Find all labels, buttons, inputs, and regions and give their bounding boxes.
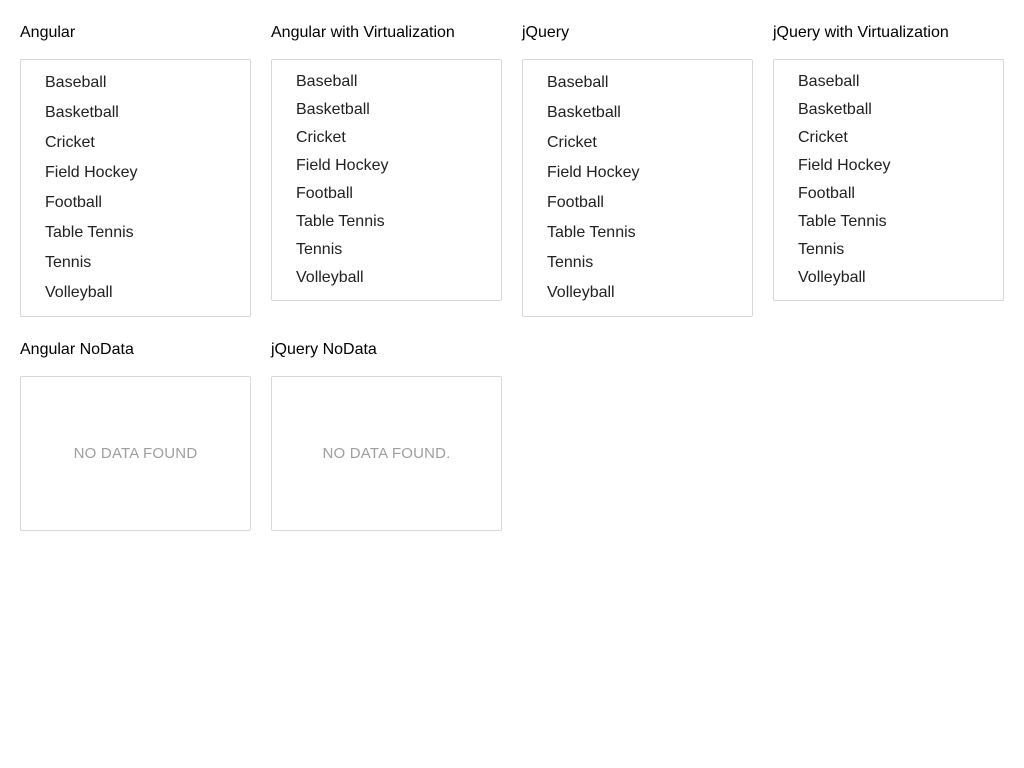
listbox[interactable]: Baseball Basketball Cricket Field Hockey… — [773, 59, 1004, 301]
list-item[interactable]: Basketball — [523, 98, 752, 128]
list: Baseball Basketball Cricket Field Hockey… — [523, 60, 752, 316]
list-item[interactable]: Football — [523, 188, 752, 218]
list-item[interactable]: Baseball — [21, 68, 250, 98]
list-item[interactable]: Tennis — [774, 236, 1003, 264]
no-data-message: NO DATA FOUND — [73, 445, 198, 462]
listbox[interactable]: Baseball Basketball Cricket Field Hockey… — [271, 59, 502, 301]
list-item[interactable]: Table Tennis — [272, 208, 501, 236]
list-item[interactable]: Basketball — [774, 96, 1003, 124]
empty-listbox[interactable]: NO DATA FOUND — [20, 376, 251, 531]
empty-listbox[interactable]: NO DATA FOUND. — [271, 376, 502, 531]
list-item[interactable]: Baseball — [272, 68, 501, 96]
list: Baseball Basketball Cricket Field Hockey… — [774, 60, 1003, 300]
list: Baseball Basketball Cricket Field Hockey… — [21, 60, 250, 316]
section-title: Angular with Virtualization — [271, 24, 455, 41]
list-item[interactable]: Volleyball — [21, 278, 250, 308]
list-item[interactable]: Cricket — [21, 128, 250, 158]
section-title: jQuery — [522, 24, 570, 41]
list-item[interactable]: Football — [21, 188, 250, 218]
list-item[interactable]: Football — [272, 180, 501, 208]
list-item[interactable]: Basketball — [21, 98, 250, 128]
list-item[interactable]: Cricket — [774, 124, 1003, 152]
list-item[interactable]: Baseball — [774, 68, 1003, 96]
list-item[interactable]: Table Tennis — [774, 208, 1003, 236]
list-item[interactable]: Cricket — [272, 124, 501, 152]
list-item[interactable]: Cricket — [523, 128, 752, 158]
list-item[interactable]: Tennis — [523, 248, 752, 278]
list: Baseball Basketball Cricket Field Hockey… — [272, 60, 501, 300]
list-item[interactable]: Field Hockey — [774, 152, 1003, 180]
section-title: Angular — [20, 24, 76, 41]
list-item[interactable]: Basketball — [272, 96, 501, 124]
listbox[interactable]: Baseball Basketball Cricket Field Hockey… — [20, 59, 251, 317]
list-item[interactable]: Volleyball — [774, 264, 1003, 292]
list-item[interactable]: Table Tennis — [21, 218, 250, 248]
no-data-message: NO DATA FOUND. — [322, 445, 451, 462]
section-title: jQuery NoData — [271, 341, 377, 358]
list-item[interactable]: Field Hockey — [272, 152, 501, 180]
listbox[interactable]: Baseball Basketball Cricket Field Hockey… — [522, 59, 753, 317]
list-item[interactable]: Table Tennis — [523, 218, 752, 248]
list-item[interactable]: Tennis — [272, 236, 501, 264]
list-item[interactable]: Football — [774, 180, 1003, 208]
list-item[interactable]: Baseball — [523, 68, 752, 98]
list-item[interactable]: Volleyball — [523, 278, 752, 308]
list-item[interactable]: Volleyball — [272, 264, 501, 292]
list-item[interactable]: Field Hockey — [523, 158, 752, 188]
section-title: jQuery with Virtualization — [773, 24, 949, 41]
section-title: Angular NoData — [20, 341, 134, 358]
list-item[interactable]: Field Hockey — [21, 158, 250, 188]
list-item[interactable]: Tennis — [21, 248, 250, 278]
